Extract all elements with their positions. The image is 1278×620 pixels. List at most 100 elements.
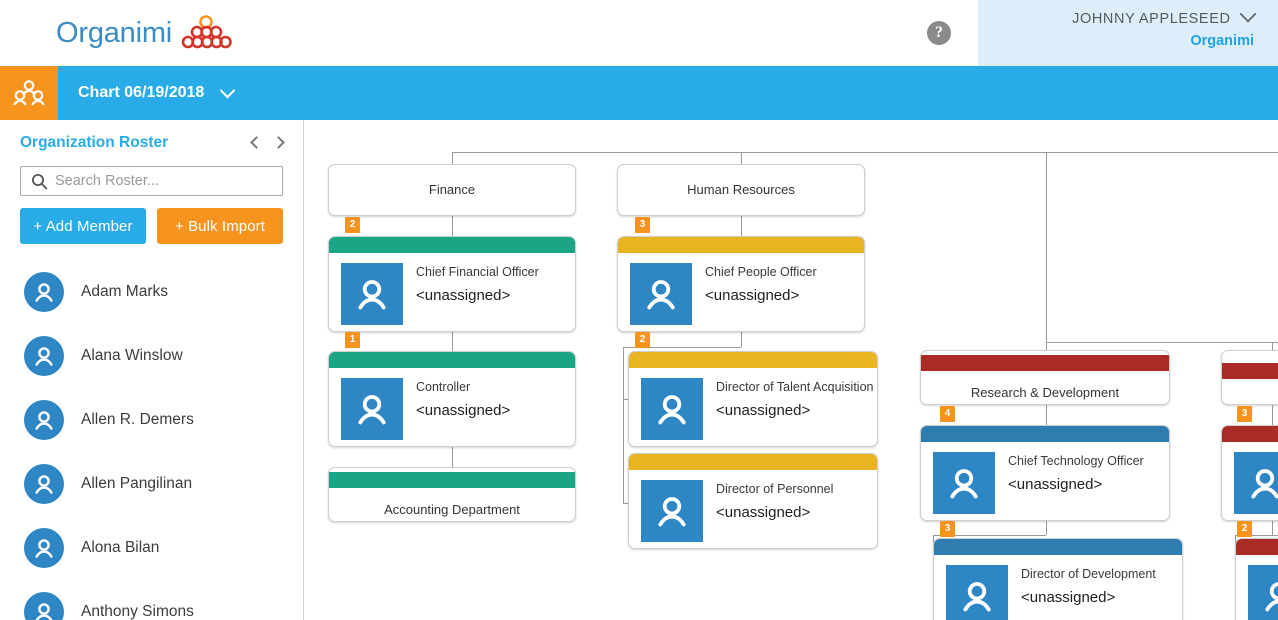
node-color-bar [329, 237, 575, 253]
roster-header: Organization Roster [0, 120, 303, 158]
person-avatar-icon [24, 400, 64, 440]
connector [452, 152, 1278, 153]
chart-node-edge-department[interactable] [1221, 350, 1278, 405]
person-avatar-icon [341, 378, 403, 440]
search-icon [32, 173, 48, 189]
node-color-bar [629, 352, 877, 368]
node-body: Director of Personnel <unassigned> [629, 470, 877, 542]
chart-node-role: Chief Technology Officer [1008, 454, 1144, 468]
status-badge[interactable]: 3 [1237, 406, 1252, 422]
chart-node-director-development[interactable]: Director of Development <unassigned> [933, 538, 1183, 620]
node-body: Chief Technology Officer <unassigned> [921, 442, 1169, 514]
status-badge[interactable]: 2 [635, 332, 650, 348]
person-avatar-icon [24, 336, 64, 376]
node-body: Director of Talent Acquisition <unassign… [629, 368, 877, 440]
chart-title-label: Chart 06/19/2018 [78, 84, 205, 101]
person-avatar-icon [641, 480, 703, 542]
chart-node-controller[interactable]: Controller <unassigned> [328, 351, 576, 447]
status-badge[interactable]: 3 [635, 217, 650, 233]
list-item-label: Anthony Simons [81, 603, 194, 620]
list-item-label: Alona Bilan [81, 539, 160, 556]
brand-logo[interactable]: Organimi [0, 0, 978, 66]
roster-pager [250, 134, 285, 152]
org-chart-canvas[interactable]: Finance 2 Chief Financial Officer <unass… [305, 120, 1278, 620]
person-avatar-icon [341, 263, 403, 325]
chart-node-name: <unassigned> [705, 287, 800, 304]
node-color-bar [1236, 539, 1278, 555]
chart-node-finance[interactable]: Finance [328, 164, 576, 216]
status-badge[interactable]: 3 [940, 521, 955, 537]
chart-node-cfo[interactable]: Chief Financial Officer <unassigned> [328, 236, 576, 332]
chart-node-role: Director of Personnel [716, 482, 834, 496]
person-avatar-icon [1234, 452, 1278, 514]
person-avatar-icon [933, 452, 995, 514]
chart-node-edge-person-2[interactable] [1235, 538, 1278, 620]
node-color-bar [1222, 362, 1278, 379]
node-color-bar [921, 426, 1169, 442]
node-color-bar [629, 454, 877, 470]
chart-node-role: Chief Financial Officer [416, 265, 539, 279]
chart-node-human-resources[interactable]: Human Resources [617, 164, 865, 216]
chart-node-label: Finance [428, 182, 476, 198]
chart-node-role: Director of Development [1021, 567, 1156, 581]
list-item[interactable]: Adam Marks [0, 260, 303, 324]
list-item-label: Allen R. Demers [81, 411, 194, 428]
chart-title-dropdown[interactable]: Chart 06/19/2018 [78, 66, 236, 120]
user-name: JOHNNY APPLESEED [1072, 11, 1231, 27]
status-badge[interactable]: 1 [345, 332, 360, 348]
node-color-bar [921, 354, 1169, 371]
roster-title: Organization Roster [20, 134, 169, 151]
org-panel-toggle-button[interactable] [0, 66, 58, 120]
person-avatar-icon [641, 378, 703, 440]
help-button[interactable]: ? [900, 0, 978, 66]
chart-node-role: Director of Talent Acquisition [716, 380, 874, 394]
node-body [1236, 555, 1278, 620]
chart-node-accounting-department[interactable]: Accounting Department [328, 467, 576, 522]
chart-node-cpo[interactable]: Chief People Officer <unassigned> [617, 236, 865, 332]
chart-node-name: <unassigned> [716, 402, 811, 419]
chart-node-name: <unassigned> [416, 402, 511, 419]
chart-node-director-personnel[interactable]: Director of Personnel <unassigned> [628, 453, 878, 549]
node-body [1222, 442, 1278, 514]
chart-node-name: <unassigned> [716, 504, 811, 521]
status-badge[interactable]: 2 [345, 217, 360, 233]
roster-action-buttons: + Add Member + Bulk Import [20, 208, 283, 244]
list-item[interactable]: Alana Winslow [0, 324, 303, 388]
user-menu[interactable]: JOHNNY APPLESEED Organimi [978, 0, 1278, 66]
question-mark-icon: ? [927, 21, 951, 45]
node-color-bar [1222, 426, 1278, 442]
organimi-app: Organimi ? JOHNNY APPLESEED Organimi Cha… [0, 0, 1278, 620]
person-avatar-icon [630, 263, 692, 325]
chart-node-edge-person-1[interactable] [1221, 425, 1278, 521]
person-avatar-icon [24, 272, 64, 312]
list-item[interactable]: Allen R. Demers [0, 388, 303, 452]
chart-node-name: <unassigned> [1021, 589, 1116, 606]
chart-node-cto[interactable]: Chief Technology Officer <unassigned> [920, 425, 1170, 521]
person-avatar-icon [946, 565, 1008, 620]
node-body: Director of Development <unassigned> [934, 555, 1182, 620]
connector [1046, 342, 1278, 343]
roster-search-input[interactable] [55, 173, 255, 189]
node-color-bar [618, 237, 864, 253]
roster-prev-button[interactable] [250, 134, 263, 152]
add-member-button[interactable]: + Add Member [20, 208, 146, 244]
person-avatar-icon [24, 592, 64, 620]
list-item[interactable]: Alona Bilan [0, 516, 303, 580]
roster-next-button[interactable] [272, 134, 285, 152]
bulk-import-button[interactable]: + Bulk Import [157, 208, 283, 244]
list-item[interactable]: Anthony Simons [0, 580, 303, 620]
status-badge[interactable]: 4 [940, 406, 955, 422]
organization-roster-panel: Organization Roster + Add Member + Bulk … [0, 120, 304, 620]
chart-node-name: <unassigned> [1008, 476, 1103, 493]
connector [741, 330, 742, 347]
roster-search-box[interactable] [20, 166, 283, 196]
logo-text: Organimi [56, 16, 173, 49]
chevron-down-icon [1239, 5, 1257, 23]
chart-node-director-talent-acquisition[interactable]: Director of Talent Acquisition <unassign… [628, 351, 878, 447]
list-item-label: Allen Pangilinan [81, 475, 193, 492]
chart-node-research-development[interactable]: Research & Development [920, 350, 1170, 405]
chart-node-label: Research & Development [970, 384, 1120, 400]
status-badge[interactable]: 2 [1237, 521, 1252, 537]
list-item[interactable]: Allen Pangilinan [0, 452, 303, 516]
chevron-right-icon [272, 136, 285, 149]
